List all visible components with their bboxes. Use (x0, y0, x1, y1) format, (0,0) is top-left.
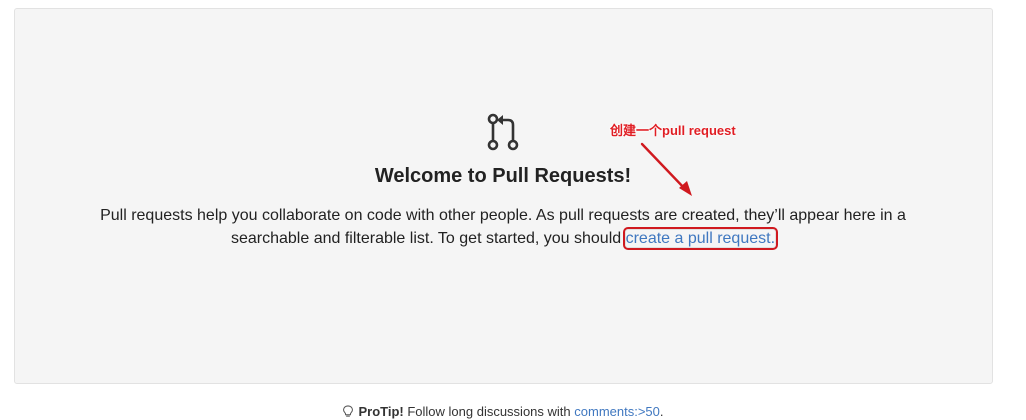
page-title: Welcome to Pull Requests! (374, 165, 632, 187)
blankslate-panel (14, 8, 993, 384)
description-line-2-wrapper: searchable and filterable list. To get s… (0, 227, 1006, 250)
protip-label: ProTip! (358, 404, 404, 419)
description-line-1: Pull requests help you collaborate on co… (100, 207, 906, 224)
create-pull-request-link[interactable]: create a pull request. (622, 227, 779, 250)
protip: ProTip! Follow long discussions with com… (0, 404, 1006, 419)
comments-search-link[interactable]: comments:>50 (574, 404, 660, 419)
annotation-label: 创建一个pull request (610, 123, 736, 138)
blankslate-description: Pull requests help you collaborate on co… (0, 204, 1006, 250)
protip-text: Follow long discussions with (403, 404, 575, 419)
light-bulb-icon (343, 405, 354, 417)
description-line-2: searchable and filterable list. To get s… (230, 230, 626, 247)
git-pull-request-icon (487, 113, 519, 151)
arrow-icon (640, 142, 692, 196)
page: Welcome to Pull Requests! Pull requests … (0, 0, 1026, 420)
protip-trailing: . (659, 404, 664, 419)
